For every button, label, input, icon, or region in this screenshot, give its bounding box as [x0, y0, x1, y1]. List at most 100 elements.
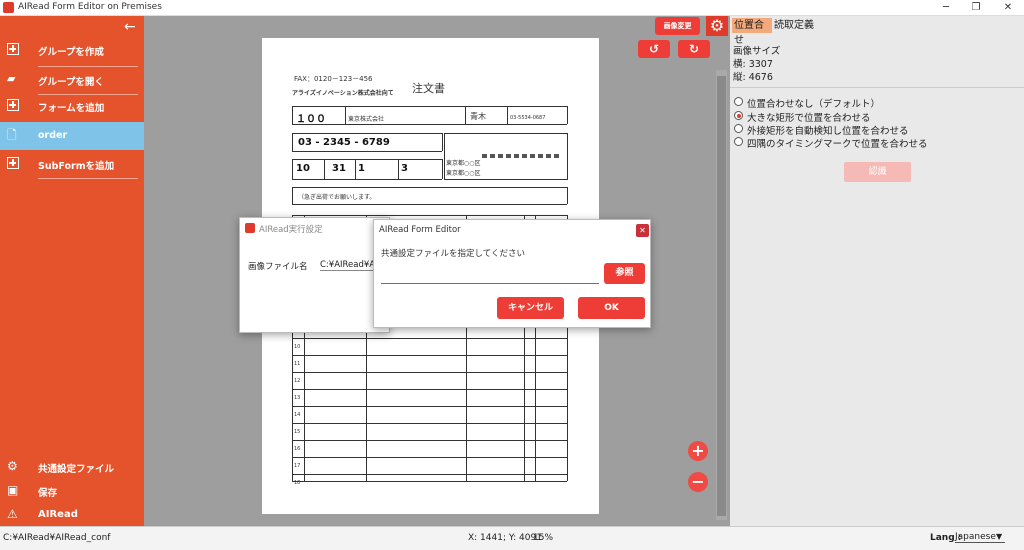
- back-arrow-icon[interactable]: ←: [124, 19, 136, 35]
- zoom-out-button[interactable]: −: [688, 472, 708, 492]
- row-number: 16: [294, 446, 301, 452]
- table-row-line: [292, 372, 567, 373]
- lang-value: Japanese: [955, 532, 996, 542]
- company-text: アライズイノベーション株式会社向て: [292, 90, 394, 97]
- add-box-icon: [7, 99, 19, 111]
- phone-number: 03 - 2345 - 6789: [298, 137, 390, 148]
- title-bar: AIRead Form Editor on Premises ─ ❐ ✕: [0, 0, 1024, 16]
- radio-large-rect[interactable]: [734, 111, 743, 120]
- customer-code: １００: [296, 114, 326, 125]
- fax-text: FAX：0120－123－456: [294, 75, 373, 83]
- table-row-line: [292, 423, 567, 424]
- table-row-line: [292, 440, 567, 441]
- redacted-mark: [482, 154, 562, 158]
- dialog-prompt: 共通設定ファイルを指定してください: [381, 249, 525, 259]
- status-bar: C:¥AIRead¥AIRead_conf X: 1441; Y: 4091 1…: [0, 526, 1024, 550]
- gear-icon: ⚙: [7, 459, 18, 473]
- rotate-left-button[interactable]: ↺: [638, 40, 670, 58]
- table-row-line: [292, 457, 567, 458]
- radio-auto-detect[interactable]: [734, 124, 743, 133]
- sidebar-item-label: AIRead: [38, 509, 78, 520]
- zoom-in-button[interactable]: +: [688, 441, 708, 461]
- recognize-button[interactable]: 認識: [844, 162, 911, 182]
- tab-alignment[interactable]: 位置合せ: [732, 18, 772, 46]
- status-zoom: 15%: [533, 533, 554, 543]
- sidebar-item-label: 保存: [38, 488, 58, 499]
- sidebar-item-label: order: [38, 130, 68, 141]
- row-number: 17: [294, 463, 301, 469]
- window-title: AIRead Form Editor on Premises: [18, 2, 162, 12]
- image-size-label: 画像サイズ: [733, 46, 781, 57]
- save-icon: ▣: [7, 483, 19, 497]
- cancel-button[interactable]: キャンセル: [497, 297, 564, 319]
- dialog-title: AIRead実行設定: [259, 225, 323, 235]
- app-icon: [245, 223, 255, 233]
- table-row-line: [292, 338, 567, 339]
- note-text: （急ぎ出荷でお願いします。: [298, 194, 376, 201]
- dialog-title: AIRead Form Editor: [379, 225, 461, 235]
- sidebar-item-label: グループを開く: [38, 77, 104, 88]
- app-icon: [3, 2, 14, 13]
- date-month: 10: [296, 163, 310, 174]
- common-settings-dialog: AIRead Form Editor ✕ 共通設定ファイルを指定してください 参…: [373, 219, 651, 328]
- right-panel: 位置合せ 読取定義 画像サイズ 横: 3307 縦: 4676 位置合わせなし（…: [730, 16, 1024, 526]
- document-icon: 🗋: [7, 128, 17, 142]
- image-change-button[interactable]: 画像変更: [655, 17, 700, 35]
- minimize-button[interactable]: ─: [932, 0, 960, 16]
- address-line: 東京都○○区: [446, 160, 481, 167]
- option-label: 位置合わせなし（デフォルト）: [747, 99, 881, 110]
- sidebar-item-label: フォームを追加: [38, 103, 105, 114]
- table-row-line: [292, 474, 567, 475]
- radio-timing-mark[interactable]: [734, 137, 743, 146]
- dialog-close-button[interactable]: ✕: [636, 224, 649, 237]
- sidebar-item-add-subform[interactable]: SubFormを追加: [0, 150, 144, 178]
- option-label: 大きな矩形で位置を合わせる: [747, 113, 871, 124]
- ok-button[interactable]: OK: [578, 297, 645, 319]
- airead-logo-icon: ⚠: [7, 507, 18, 521]
- sidebar-item-label: SubFormを追加: [38, 161, 115, 172]
- sidebar-item-order[interactable]: 🗋 order: [0, 122, 144, 150]
- tel-small: 03-5534-0687: [510, 115, 546, 121]
- maximize-button[interactable]: ❐: [962, 0, 990, 16]
- table-row-line: [292, 406, 567, 407]
- row-number: 13: [294, 395, 301, 401]
- sidebar-item-label: グループを作成: [38, 47, 104, 58]
- sidebar-item-airead[interactable]: ⚠ AIRead: [0, 501, 144, 529]
- image-file-label: 画像ファイル名: [248, 262, 308, 272]
- divider: [730, 87, 1024, 88]
- settings-gear-icon[interactable]: ⚙: [706, 16, 728, 36]
- settings-file-input[interactable]: [381, 268, 599, 284]
- scrollbar-thumb[interactable]: [717, 76, 726, 516]
- add-box-icon: [7, 43, 19, 55]
- row-number: 11: [294, 361, 301, 367]
- sidebar-item-label: 共通設定ファイル: [38, 464, 115, 475]
- table-row-line: [292, 389, 567, 390]
- row-number: 18: [294, 480, 301, 486]
- sidebar-item-create-group[interactable]: グループを作成: [0, 36, 144, 64]
- sidebar-item-open-group[interactable]: ▰ グループを開く: [0, 66, 144, 94]
- row-number: 14: [294, 412, 301, 418]
- radio-no-alignment[interactable]: [734, 97, 743, 106]
- chevron-down-icon[interactable]: ▼: [996, 532, 1002, 541]
- status-coordinates: X: 1441; Y: 4091: [468, 533, 542, 543]
- sidebar-item-add-form[interactable]: フォームを追加: [0, 92, 144, 120]
- divider: [38, 178, 138, 179]
- row-number: 15: [294, 429, 301, 435]
- browse-button[interactable]: 参照: [604, 263, 645, 284]
- rotate-right-button[interactable]: ↻: [678, 40, 710, 58]
- form-heading: 注文書: [412, 82, 445, 95]
- folder-open-icon: ▰: [7, 72, 16, 85]
- add-box-icon: [7, 157, 19, 169]
- row-number: 10: [294, 344, 301, 350]
- image-width: 横: 3307: [733, 59, 773, 70]
- person-name: 青木: [470, 112, 486, 121]
- address-line: 東京都○○区: [446, 170, 481, 177]
- status-path: C:¥AIRead¥AIRead_conf: [3, 533, 111, 543]
- table-row-line: [292, 355, 567, 356]
- row-number: 12: [294, 378, 301, 384]
- tab-read-definition[interactable]: 読取定義: [774, 18, 818, 33]
- option-label: 四隅のタイミングマークで位置を合わせる: [747, 139, 928, 150]
- image-height: 縦: 4676: [733, 72, 773, 83]
- close-window-button[interactable]: ✕: [994, 0, 1022, 16]
- option-label: 外接矩形を自動検知し位置を合わせる: [747, 126, 909, 137]
